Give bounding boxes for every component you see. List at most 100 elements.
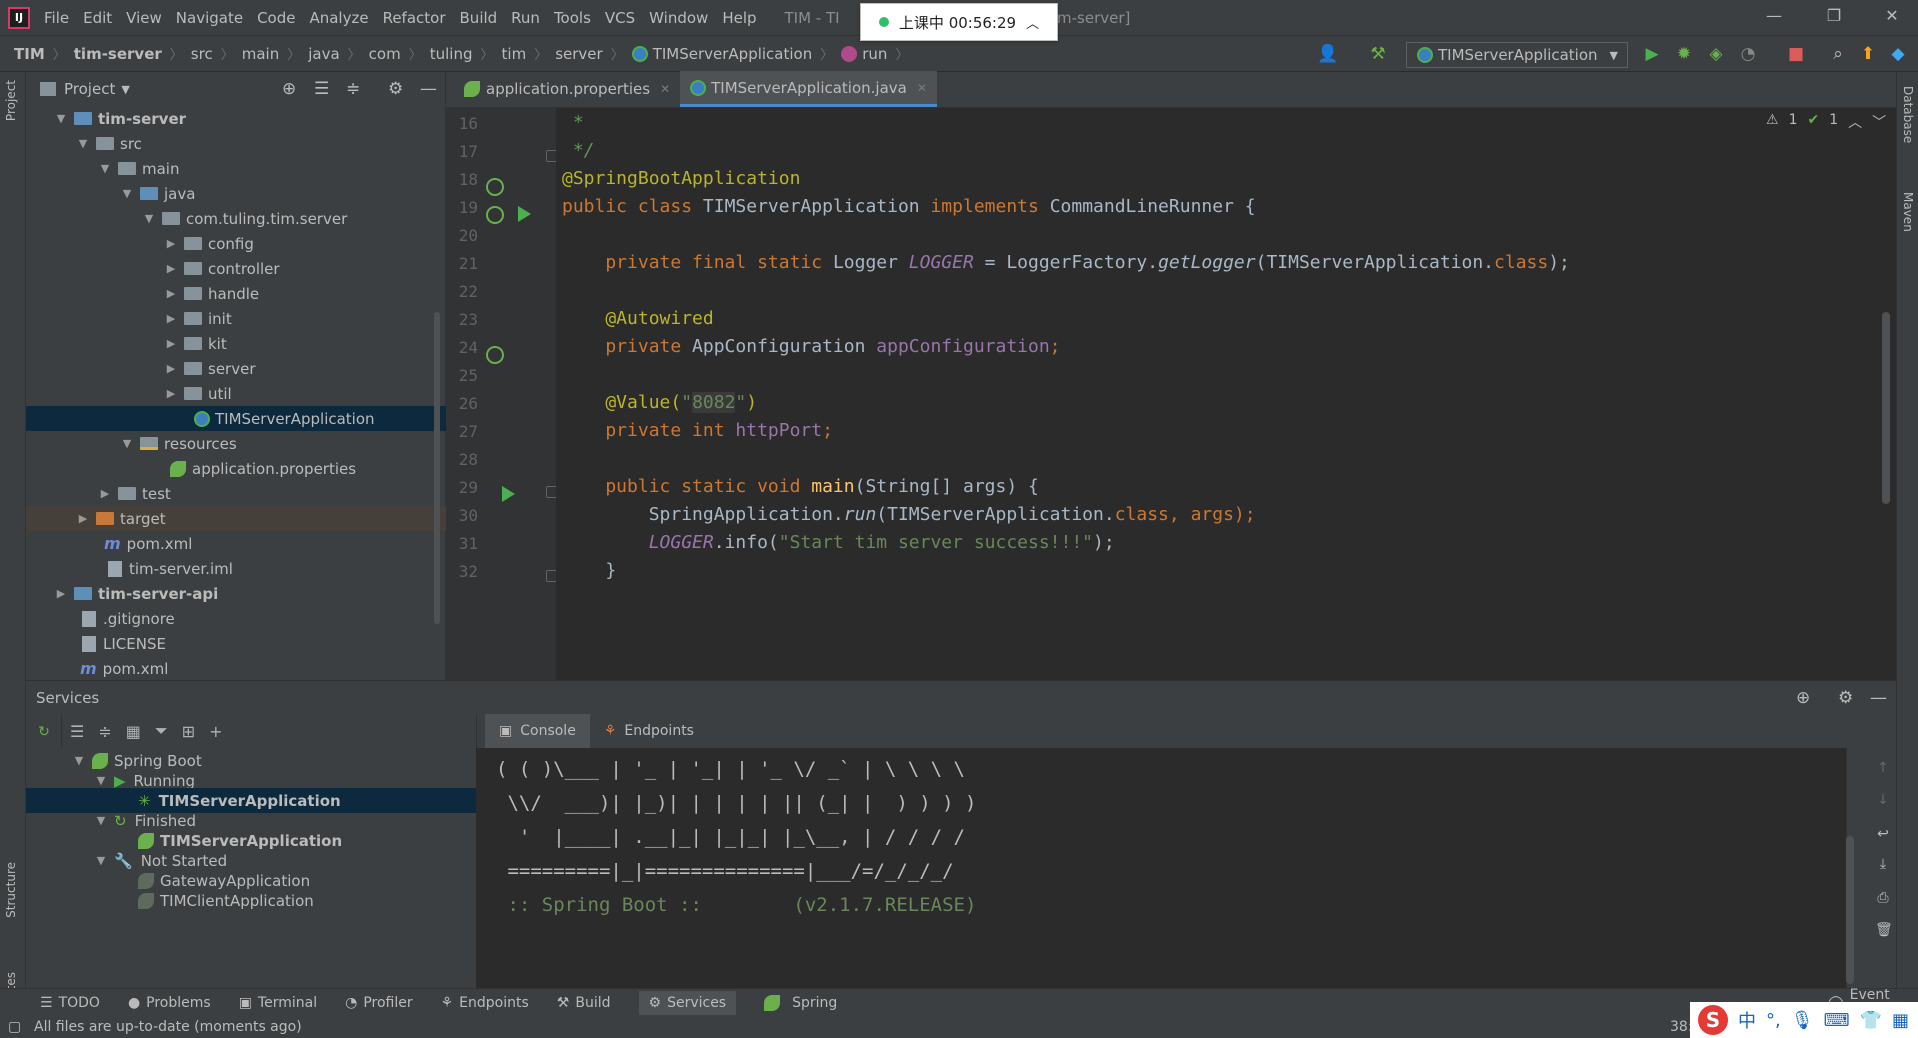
- collapse-all-icon[interactable]: ≑: [98, 722, 111, 741]
- breadcrumb-java[interactable]: java: [308, 45, 339, 63]
- trash-icon[interactable]: 🗑: [1875, 922, 1893, 938]
- close-icon[interactable]: ✕: [917, 81, 927, 95]
- tab-endpoints[interactable]: ⚘ Endpoints: [590, 714, 708, 748]
- chevron-down-icon[interactable]: ▼: [72, 754, 86, 767]
- jetbrains-icon[interactable]: ◆: [1886, 42, 1910, 66]
- status-toggle-icon[interactable]: ▢: [8, 1019, 21, 1035]
- tree-item-java[interactable]: ▼ java: [26, 181, 446, 206]
- autowired-bean-icon[interactable]: [486, 346, 504, 364]
- menu-navigate[interactable]: Navigate: [176, 9, 243, 27]
- tree-item-pom-xml[interactable]: m pom.xml: [26, 531, 446, 556]
- rerun-icon[interactable]: ↻: [36, 724, 52, 740]
- chevron-down-icon[interactable]: ▼: [76, 137, 90, 150]
- chevron-down-icon[interactable]: ▼: [94, 814, 108, 827]
- update-icon[interactable]: ⬆: [1856, 42, 1880, 66]
- menu-view[interactable]: View: [126, 9, 162, 27]
- console-scrollbar[interactable]: [1846, 836, 1854, 984]
- minimize-button[interactable]: —: [1754, 6, 1794, 30]
- breadcrumb-tim-server[interactable]: tim-server: [74, 45, 162, 63]
- arrow-down-icon[interactable]: ↓: [1875, 792, 1891, 808]
- locate-icon[interactable]: ⊕: [1796, 688, 1810, 708]
- tree-item-tim-server-api[interactable]: ▶ tim-server-api: [26, 581, 446, 606]
- breadcrumb-tim[interactable]: TIM: [14, 45, 45, 63]
- tree-item-controller[interactable]: ▶ controller: [26, 256, 446, 281]
- build-hammer-icon[interactable]: ⚒: [1366, 42, 1390, 66]
- tree-item-main[interactable]: ▼ main: [26, 156, 446, 181]
- tree-item-tim-server[interactable]: ▼ tim-server: [26, 106, 446, 131]
- tree-item-timserverapplication[interactable]: TIMServerApplication: [26, 406, 446, 431]
- menu-analyze[interactable]: Analyze: [309, 9, 368, 27]
- menu-code[interactable]: Code: [257, 9, 295, 27]
- tree-item-src[interactable]: ▼ src: [26, 131, 446, 156]
- menu-file[interactable]: File: [44, 9, 69, 27]
- chevron-right-icon[interactable]: ▶: [164, 337, 178, 350]
- chevron-right-icon[interactable]: ▶: [164, 287, 178, 300]
- microphone-icon[interactable]: 🎙: [1791, 1010, 1814, 1031]
- tree-item-gitignore[interactable]: .gitignore: [26, 606, 446, 631]
- menu-build[interactable]: Build: [460, 9, 498, 27]
- menu-tools[interactable]: Tools: [554, 9, 591, 27]
- breadcrumb-class[interactable]: TIMServerApplication: [631, 45, 812, 63]
- chevron-up-icon[interactable]: ︿: [1848, 112, 1862, 132]
- tree-item-application-properties[interactable]: application.properties: [26, 456, 446, 481]
- spring-bean-icon[interactable]: [486, 206, 504, 224]
- breadcrumb-method[interactable]: run: [841, 45, 887, 63]
- editor-scrollbar[interactable]: [1882, 312, 1890, 504]
- chevron-down-icon[interactable]: ▼: [120, 437, 134, 450]
- menu-vcs[interactable]: VCS: [605, 9, 635, 27]
- chevron-right-icon[interactable]: ▶: [164, 387, 178, 400]
- project-scrollbar[interactable]: [434, 312, 440, 624]
- restore-button[interactable]: ❐: [1814, 6, 1854, 30]
- hide-icon[interactable]: —: [420, 79, 437, 99]
- chevron-down-icon[interactable]: ▼: [94, 774, 108, 787]
- tool-tab-structure[interactable]: Structure: [4, 862, 18, 918]
- chevron-down-icon[interactable]: ▼: [121, 83, 129, 96]
- tree-item-root-pom[interactable]: m pom.xml: [26, 656, 446, 681]
- debug-icon[interactable]: ✹: [1672, 42, 1696, 66]
- project-panel-title[interactable]: Project: [64, 80, 115, 98]
- run-configuration-select[interactable]: TIMServerApplication ▼: [1406, 42, 1628, 68]
- breadcrumb-com[interactable]: com: [369, 45, 401, 63]
- locate-icon[interactable]: ⊕: [282, 79, 296, 99]
- scroll-to-end-icon[interactable]: ⤓: [1875, 856, 1891, 872]
- tool-todo[interactable]: ☰ TODO: [40, 995, 100, 1011]
- tool-problems[interactable]: ● Problems: [128, 995, 211, 1011]
- chevron-down-icon[interactable]: ▼: [54, 112, 68, 125]
- ime-language[interactable]: 中: [1738, 1007, 1756, 1033]
- tree-item-target[interactable]: ▶ target: [26, 506, 446, 531]
- tool-services[interactable]: ⚙ Services: [638, 990, 737, 1015]
- console-output[interactable]: ( ( )\___ | '_ | '_| | '_ \/ _` | \ \ \ …: [476, 748, 1846, 988]
- code-editor[interactable]: * */ @SpringBootApplication public class…: [556, 108, 1896, 680]
- run-gutter-icon[interactable]: [518, 206, 531, 222]
- shirt-icon[interactable]: 👕: [1860, 1010, 1882, 1031]
- tool-profiler[interactable]: ◔ Profiler: [345, 995, 413, 1011]
- breadcrumb-tuling[interactable]: tuling: [430, 45, 473, 63]
- chevron-right-icon[interactable]: ▶: [164, 237, 178, 250]
- services-client-app[interactable]: TIMClientApplication: [26, 888, 476, 913]
- tool-tab-project[interactable]: Project: [4, 80, 18, 121]
- breadcrumb-main[interactable]: main: [242, 45, 279, 63]
- chevron-down-icon[interactable]: ▼: [94, 854, 108, 867]
- group-by-icon[interactable]: ▦: [126, 722, 141, 741]
- collapse-all-icon[interactable]: ≑: [346, 79, 360, 99]
- run-gutter-icon[interactable]: [502, 486, 515, 502]
- sogou-ime-icon[interactable]: S: [1698, 1005, 1728, 1035]
- keyboard-icon[interactable]: ⌨: [1824, 1010, 1850, 1031]
- punctuation-icon[interactable]: °,: [1766, 1010, 1781, 1031]
- stop-icon[interactable]: ■: [1784, 42, 1808, 66]
- chevron-right-icon[interactable]: ▶: [76, 512, 90, 525]
- tab-console[interactable]: ▣ Console: [485, 714, 590, 748]
- tree-item-init[interactable]: ▶ init: [26, 306, 446, 331]
- chevron-down-icon[interactable]: ﹀: [1872, 112, 1886, 132]
- tree-item-iml[interactable]: tim-server.iml: [26, 556, 446, 581]
- tree-item-util[interactable]: ▶ util: [26, 381, 446, 406]
- expand-all-icon[interactable]: ☰: [70, 722, 84, 741]
- chevron-right-icon[interactable]: ▶: [164, 262, 178, 275]
- gear-icon[interactable]: ⚙: [1838, 688, 1853, 708]
- tree-item-config[interactable]: ▶ config: [26, 231, 446, 256]
- tree-item-kit[interactable]: ▶ kit: [26, 331, 446, 356]
- grid-icon[interactable]: ▦: [1892, 1010, 1909, 1031]
- menu-run[interactable]: Run: [511, 9, 540, 27]
- tool-terminal[interactable]: ▣ Terminal: [239, 995, 317, 1011]
- arrow-up-icon[interactable]: ↑: [1875, 760, 1891, 776]
